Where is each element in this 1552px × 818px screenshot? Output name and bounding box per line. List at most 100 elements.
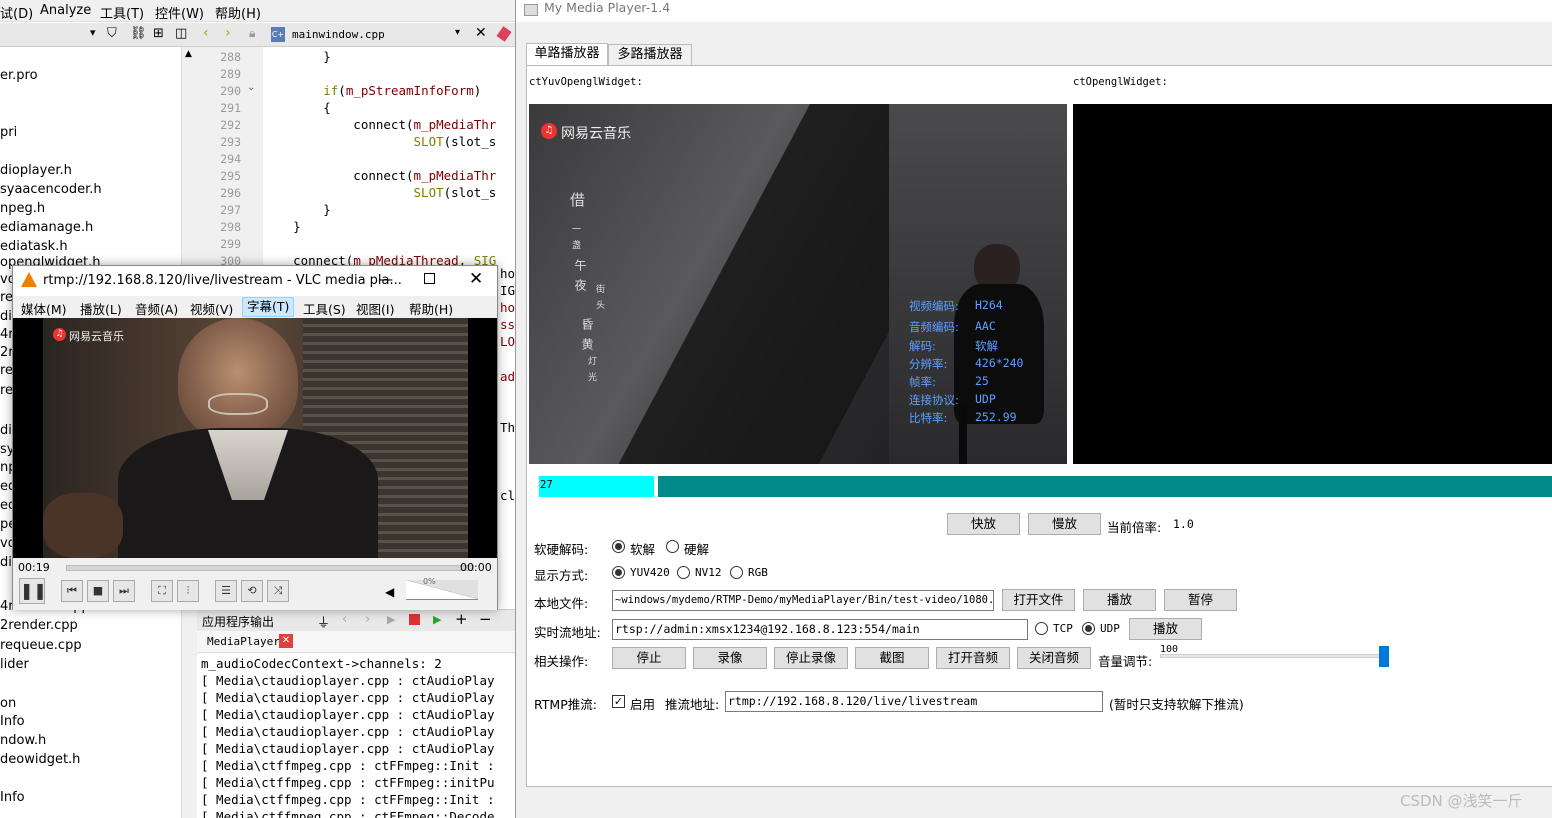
project-file-item[interactable]: ndow.h (0, 733, 46, 748)
nv12-radio[interactable] (677, 566, 690, 579)
close-tab-icon[interactable]: ✕ (475, 25, 487, 41)
project-file-item[interactable]: Info (0, 714, 25, 729)
soft-decode-radio[interactable] (612, 540, 625, 553)
prev-icon[interactable]: ‹ (342, 612, 347, 627)
fold-arrow-icon[interactable]: ⌄ (247, 82, 255, 93)
menu-controls[interactable]: 控件(W) (155, 3, 204, 22)
vlc-close-icon[interactable]: ✕ (469, 269, 483, 289)
project-file-item[interactable]: Info (0, 790, 25, 805)
filter-icon[interactable]: ⛉ (107, 26, 117, 41)
project-file-item[interactable]: er.pro (0, 68, 38, 83)
split-icon[interactable]: ⊞ (153, 26, 164, 41)
opengl-widget[interactable] (1073, 104, 1552, 464)
open-audio-button[interactable]: 打开音频 (936, 647, 1010, 669)
output-line: [ Media\ctffmpeg.cpp : ctFFmpeg::Init : (201, 792, 495, 807)
yuv-opengl-widget[interactable]: ♫ 网易云音乐 借 一 盏 午 夜 街 头 昏 黄 灯 光 视频编码: H264… (529, 104, 1067, 464)
project-file-item[interactable]: ediamanage.h (0, 220, 93, 235)
vlc-menu-help[interactable]: 帮助(H) (409, 299, 453, 318)
menu-debug[interactable]: 试(D) (0, 3, 33, 22)
vlc-minimize-icon[interactable]: — (378, 270, 393, 288)
close-output-tab-icon[interactable]: ✕ (279, 634, 293, 648)
project-file-item[interactable]: 2render.cpp (0, 618, 78, 633)
tcp-radio[interactable] (1035, 622, 1048, 635)
vlc-fullscreen-icon[interactable]: ⛶ (151, 580, 173, 602)
vlc-equalizer-icon[interactable]: ⫶ (177, 580, 199, 602)
close-audio-button[interactable]: 关闭音频 (1017, 647, 1091, 669)
project-file-item[interactable]: requeue.cpp (0, 638, 82, 653)
menu-analyze[interactable]: Analyze (40, 3, 91, 18)
progress-fill[interactable]: 27 (539, 476, 654, 497)
close-pane-icon[interactable]: ◫ (175, 26, 187, 41)
vlc-seek-bar[interactable] (66, 565, 474, 571)
vlc-menu-audio[interactable]: 音频(A) (135, 299, 178, 318)
link-icon[interactable]: ⛓ (130, 26, 147, 41)
screenshot-button[interactable]: 截图 (855, 647, 929, 669)
back-icon[interactable]: ‹ (203, 25, 209, 41)
vlc-prev-icon[interactable]: ⏮ (61, 580, 83, 602)
vlc-shuffle-icon[interactable]: ⤨ (267, 580, 289, 602)
debug-run-icon[interactable]: ▶ (433, 613, 441, 626)
vlc-video-area[interactable]: ♫ 网易云音乐 (13, 318, 497, 558)
tab-multi-player[interactable]: 多路播放器 (608, 44, 692, 66)
next-icon[interactable]: › (365, 612, 370, 627)
line-number: 298 (220, 220, 241, 234)
add-icon[interactable]: + (455, 610, 468, 628)
udp-radio[interactable] (1082, 622, 1095, 635)
rgb-radio[interactable] (730, 566, 743, 579)
vlc-menu-media[interactable]: 媒体(M) (21, 299, 67, 318)
vlc-menu-video[interactable]: 视频(V) (190, 299, 233, 318)
tab-single-player[interactable]: 单路播放器 (526, 43, 608, 66)
stream-url-input[interactable]: rtsp://admin:xmsx1234@192.168.8.123:554/… (612, 619, 1028, 640)
yuv420-radio[interactable] (612, 566, 625, 579)
project-file-item[interactable]: syaacencoder.h (0, 182, 102, 197)
record-button[interactable]: 录像 (693, 647, 767, 669)
fast-button[interactable]: 快放 (947, 513, 1020, 535)
volume-slider-track[interactable] (1160, 654, 1387, 658)
vlc-stop-icon[interactable]: ■ (87, 580, 109, 602)
volume-slider-handle[interactable] (1379, 646, 1389, 667)
vlc-menu-subtitle[interactable]: 字幕(T) (242, 297, 295, 317)
pause-button[interactable]: 暂停 (1164, 589, 1237, 611)
play-file-button[interactable]: 播放 (1083, 589, 1156, 611)
scroll-up-icon[interactable]: ▲ (185, 49, 192, 59)
menu-tools[interactable]: 工具(T) (100, 3, 144, 22)
stop-record-button[interactable]: 停止录像 (774, 647, 848, 669)
vlc-maximize-icon[interactable] (424, 273, 435, 284)
vlc-volume-slider[interactable] (406, 580, 478, 600)
filter-output-icon[interactable]: ⏚ (317, 612, 330, 631)
project-file-item[interactable]: on (0, 696, 16, 711)
vlc-loop-icon[interactable]: ⟲ (241, 580, 263, 602)
vlc-menu-tools[interactable]: 工具(S) (303, 299, 346, 318)
editor-tab-name[interactable]: mainwindow.cpp (292, 28, 385, 41)
stop-button[interactable]: 停止 (612, 647, 686, 669)
project-file-item[interactable]: deowidget.h (0, 752, 80, 767)
open-file-button[interactable]: 打开文件 (1002, 589, 1075, 611)
project-file-item[interactable]: ediatask.h (0, 239, 68, 254)
project-file-item[interactable]: lider (0, 657, 29, 672)
minimize-pane-icon[interactable]: − (479, 610, 492, 628)
project-file-item[interactable]: npeg.h (0, 201, 45, 216)
project-file-item[interactable]: di (0, 423, 12, 438)
vlc-next-icon[interactable]: ⏭ (113, 580, 135, 602)
forward-icon[interactable]: › (225, 25, 231, 41)
tab-dropdown-icon[interactable]: ▾ (455, 27, 460, 38)
vlc-pause-icon[interactable]: ❚❚ (19, 578, 47, 604)
vlc-playlist-icon[interactable]: ☰ (215, 580, 237, 602)
progress-track[interactable] (658, 476, 1552, 497)
slow-button[interactable]: 慢放 (1028, 513, 1101, 535)
stop-icon[interactable] (409, 614, 420, 625)
hard-decode-radio[interactable] (666, 540, 679, 553)
rtmp-enable-checkbox[interactable]: ✓ (612, 695, 625, 708)
output-tab-mediaplayer[interactable]: MediaPlayer (207, 635, 280, 648)
menu-help[interactable]: 帮助(H) (215, 3, 261, 22)
vlc-volume-icon[interactable]: ◀ (385, 585, 394, 599)
local-file-input[interactable]: ~windows/mydemo/RTMP-Demo/myMediaPlayer/… (612, 590, 994, 611)
stream-play-button[interactable]: 播放 (1129, 618, 1202, 640)
vlc-menu-view[interactable]: 视图(I) (356, 299, 394, 318)
vlc-menu-playback[interactable]: 播放(L) (80, 299, 122, 318)
run-icon[interactable]: ▶ (387, 613, 395, 626)
push-url-input[interactable]: rtmp://192.168.8.120/live/livestream (725, 691, 1103, 712)
dropdown-icon[interactable]: ▾ (90, 26, 96, 39)
project-file-item[interactable]: pri (0, 125, 17, 140)
project-file-item[interactable]: dioplayer.h (0, 163, 72, 178)
